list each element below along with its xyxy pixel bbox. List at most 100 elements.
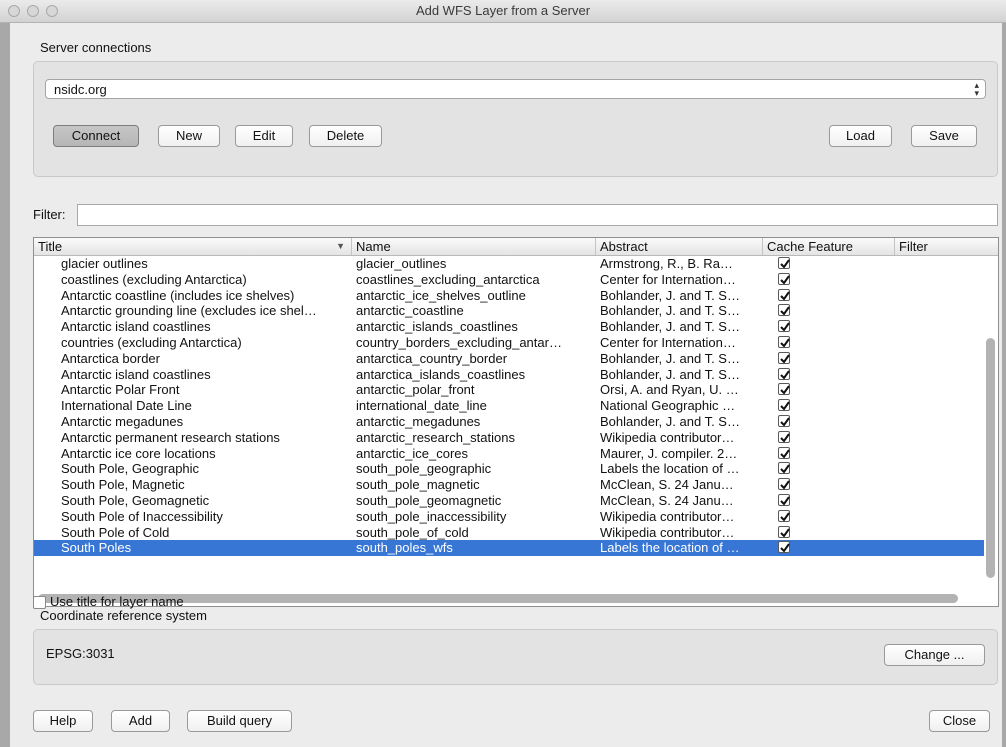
- table-row[interactable]: Antarctic coastline (includes ice shelve…: [34, 288, 984, 304]
- cell-name: antarctica_islands_coastlines: [356, 366, 526, 382]
- vertical-scrollbar[interactable]: [986, 338, 995, 578]
- table-row[interactable]: Antarctic megadunes antarctic_megadunes Bo…: [34, 414, 984, 430]
- build-query-button[interactable]: Build query: [187, 710, 292, 732]
- cache-feature-checkbox[interactable]: [778, 320, 790, 333]
- cache-feature-checkbox[interactable]: [778, 304, 790, 317]
- cell-abstract: Center for Internation…: [600, 271, 736, 287]
- cell-name: antarctic_coastline: [356, 303, 464, 319]
- cache-feature-checkbox[interactable]: [778, 399, 790, 412]
- checkmark-icon: [780, 291, 790, 301]
- connection-select[interactable]: nsidc.org ▴ ▾: [45, 79, 986, 99]
- column-title-label: Title: [38, 239, 63, 254]
- cache-feature-checkbox[interactable]: [778, 383, 790, 396]
- checkmark-icon: [780, 512, 790, 522]
- cell-abstract: McClean, S. 24 Janu…: [600, 493, 734, 508]
- cache-feature-checkbox[interactable]: [778, 462, 790, 475]
- cache-feature-checkbox[interactable]: [778, 288, 790, 301]
- checkmark-icon: [780, 464, 790, 474]
- cell-title: South Pole of Cold: [61, 524, 170, 540]
- checkmark-icon: [780, 259, 790, 269]
- server-connections-label: Server connections: [40, 40, 152, 55]
- cache-feature-checkbox[interactable]: [778, 351, 790, 364]
- cell-abstract: National Geographic …: [600, 398, 736, 414]
- edit-button[interactable]: Edit: [235, 125, 293, 147]
- cache-feature-checkbox[interactable]: [778, 478, 790, 491]
- table-row[interactable]: glacier outlines glacier_outlines Armstron…: [34, 256, 984, 272]
- cell-abstract: Center for Internation…: [600, 335, 736, 350]
- table-row[interactable]: Antarctic permanent research stations ant…: [34, 430, 984, 446]
- load-button[interactable]: Load: [829, 125, 892, 147]
- table-row[interactable]: Antarctic island coastlines antarctic_isl…: [34, 319, 984, 335]
- filter-label: Filter:: [33, 207, 66, 222]
- table-row[interactable]: South Pole, Geographic south_pole_geograp…: [34, 461, 984, 477]
- column-abstract[interactable]: Abstract: [596, 238, 763, 255]
- cache-feature-checkbox[interactable]: [778, 509, 790, 522]
- cell-name: antarctic_megadunes: [356, 414, 481, 429]
- cache-feature-checkbox[interactable]: [778, 430, 790, 443]
- table-row[interactable]: countries (excluding Antarctica) country_…: [34, 335, 984, 351]
- cache-feature-checkbox[interactable]: [778, 494, 790, 506]
- cache-feature-checkbox[interactable]: [778, 446, 790, 459]
- change-crs-button[interactable]: Change ...: [884, 644, 985, 666]
- crs-value: EPSG:3031: [46, 646, 115, 661]
- checkmark-icon: [780, 449, 790, 459]
- cache-feature-checkbox[interactable]: [778, 541, 790, 554]
- cell-name: antarctic_ice_shelves_outline: [356, 287, 526, 303]
- cell-title: Antarctic permanent research stations: [61, 429, 280, 445]
- dialog-window: Add WFS Layer from a Server Server conne…: [0, 0, 1006, 747]
- cell-title: South Pole, Geomagnetic: [61, 493, 210, 508]
- checkmark-icon: [780, 417, 790, 427]
- column-filter[interactable]: Filter: [895, 238, 998, 255]
- cell-title: glacier outlines: [61, 256, 148, 271]
- cell-title: countries (excluding Antarctica): [61, 335, 242, 350]
- cell-abstract: Wikipedia contributor…: [600, 524, 735, 540]
- column-title[interactable]: Title ▼: [34, 238, 352, 255]
- cache-feature-checkbox[interactable]: [778, 415, 790, 427]
- cell-name: south_pole_of_cold: [356, 524, 469, 540]
- table-row[interactable]: Antarctic ice core locations antarctic_ic…: [34, 446, 984, 462]
- table-row[interactable]: South Pole of Cold south_pole_of_cold Wiki…: [34, 525, 984, 541]
- cell-title: coastlines (excluding Antarctica): [61, 271, 247, 287]
- table-row[interactable]: Antarctic island coastlines antarctica_is…: [34, 367, 984, 383]
- save-button[interactable]: Save: [911, 125, 977, 147]
- table-row[interactable]: South Pole, Magnetic south_pole_magnetic M…: [34, 477, 984, 493]
- cache-feature-checkbox[interactable]: [778, 525, 790, 538]
- cell-abstract: Bohlander, J. and T. S…: [600, 366, 740, 382]
- table-row[interactable]: South Pole of Inaccessibility south_pole_…: [34, 509, 984, 525]
- column-cache-feature[interactable]: Cache Feature: [763, 238, 895, 255]
- cell-abstract: McClean, S. 24 Janu…: [600, 477, 734, 493]
- title-bar: Add WFS Layer from a Server: [0, 0, 1006, 23]
- cache-feature-checkbox[interactable]: [778, 367, 790, 380]
- add-button[interactable]: Add: [111, 710, 170, 732]
- cell-abstract: Wikipedia contributor…: [600, 508, 735, 524]
- table-row[interactable]: South Poles south_poles_wfs Labels the loc…: [34, 540, 984, 557]
- cell-abstract: Labels the location of …: [600, 461, 740, 477]
- new-button[interactable]: New: [158, 125, 220, 147]
- delete-button[interactable]: Delete: [309, 125, 382, 147]
- table-row[interactable]: South Pole, Geomagnetic south_pole_geomag…: [34, 493, 984, 509]
- cell-name: antarctic_polar_front: [356, 382, 475, 398]
- cache-feature-checkbox[interactable]: [778, 257, 790, 269]
- close-button[interactable]: Close: [929, 710, 990, 732]
- column-name[interactable]: Name: [352, 238, 596, 255]
- cell-name: south_pole_magnetic: [356, 477, 480, 493]
- checkmark-icon: [780, 306, 790, 316]
- connect-button[interactable]: Connect: [53, 125, 139, 147]
- filter-input[interactable]: [77, 204, 998, 226]
- crs-group: EPSG:3031 Change ...: [33, 629, 998, 685]
- cache-feature-checkbox[interactable]: [778, 272, 790, 285]
- server-connections-group: nsidc.org ▴ ▾ Connect New Edit Delete Loa…: [33, 61, 998, 177]
- checkmark-icon: [780, 543, 790, 553]
- table-row[interactable]: Antarctica border antarctica_country_bord…: [34, 351, 984, 367]
- table-row[interactable]: Antarctic grounding line (excludes ice s…: [34, 303, 984, 319]
- cell-abstract: Armstrong, R., B. Ra…: [600, 256, 733, 271]
- table-row[interactable]: Antarctic Polar Front antarctic_polar_fro…: [34, 382, 984, 398]
- help-button[interactable]: Help: [33, 710, 93, 732]
- checkmark-icon: [780, 370, 790, 380]
- table-row[interactable]: International Date Line international_dat…: [34, 398, 984, 414]
- window-frame-right: [1002, 23, 1006, 747]
- table-header: Title ▼ Name Abstract Cache Feature Filt…: [34, 238, 998, 256]
- table-row[interactable]: coastlines (excluding Antarctica) coastli…: [34, 272, 984, 288]
- cell-name: glacier_outlines: [356, 256, 447, 271]
- cache-feature-checkbox[interactable]: [778, 336, 790, 348]
